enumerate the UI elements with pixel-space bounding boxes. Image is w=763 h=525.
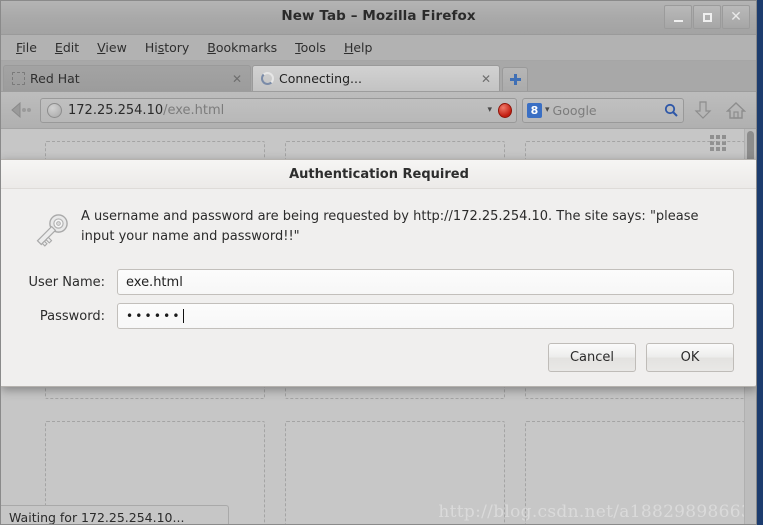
watermark-text: http://blog.csdn.net/a18829898663 — [438, 502, 752, 522]
plus-icon — [509, 74, 521, 85]
back-button[interactable] — [7, 97, 35, 123]
password-label: Password: — [39, 308, 105, 324]
status-bar: Waiting for 172.25.254.10... — [1, 505, 229, 524]
url-bar[interactable]: 172.25.254.10/exe.html ▾ — [40, 97, 517, 123]
menu-item-file[interactable]: File — [7, 38, 46, 57]
globe-icon — [47, 102, 62, 118]
menu-item-edit[interactable]: Edit — [46, 38, 88, 57]
menu-bar: File Edit View History Bookmarks Tools H… — [1, 35, 756, 61]
dialog-title: Authentication Required — [1, 160, 756, 189]
url-text: 172.25.254.10/exe.html — [68, 103, 483, 118]
password-input[interactable]: •••••• — [117, 303, 734, 329]
username-label: User Name: — [28, 274, 106, 290]
dialog-buttons: Cancel OK — [19, 343, 739, 372]
dialog-message-row: A username and password are being reques… — [19, 205, 739, 255]
search-bar[interactable]: 8 ▾ Google — [522, 97, 684, 123]
download-arrow-icon — [694, 101, 712, 119]
authentication-dialog: Authentication Required A username and p… — [1, 159, 756, 387]
password-row: Password: •••••• — [19, 303, 739, 329]
cancel-button[interactable]: Cancel — [548, 343, 636, 372]
tab-strip: Red Hat ✕ Connecting... ✕ — [1, 61, 756, 92]
menu-item-history[interactable]: History — [136, 38, 198, 57]
dialog-message: A username and password are being reques… — [81, 209, 699, 245]
maximize-icon — [702, 12, 712, 22]
tab-close-icon[interactable]: ✕ — [230, 72, 244, 86]
search-engine-chevron-icon[interactable]: ▾ — [545, 105, 550, 115]
close-button[interactable]: ✕ — [722, 5, 750, 29]
username-input[interactable]: exe.html — [117, 269, 734, 295]
menu-item-tools[interactable]: Tools — [286, 38, 335, 57]
password-masked-value: •••••• — [126, 309, 182, 323]
placeholder-favicon-icon — [12, 72, 25, 85]
home-button[interactable] — [722, 97, 750, 123]
minimize-icon — [673, 19, 683, 22]
menu-item-help[interactable]: Help — [335, 38, 382, 57]
url-host: 172.25.254.10 — [68, 102, 164, 118]
navigation-toolbar: 172.25.254.10/exe.html ▾ 8 ▾ Google — [1, 92, 756, 129]
tab-red-hat[interactable]: Red Hat ✕ — [3, 65, 251, 91]
window-titlebar: New Tab – Mozilla Firefox ✕ — [1, 1, 756, 35]
back-arrow-icon — [11, 102, 31, 118]
key-icon — [19, 205, 81, 255]
username-row: User Name: exe.html — [19, 269, 739, 295]
loading-spinner-icon — [261, 72, 274, 85]
menu-item-view[interactable]: View — [88, 38, 136, 57]
window-title: New Tab – Mozilla Firefox — [281, 8, 476, 24]
maximize-button[interactable] — [693, 5, 721, 29]
google-favicon-icon: 8 — [527, 102, 542, 118]
url-path: /exe.html — [163, 102, 225, 118]
firefox-window: New Tab – Mozilla Firefox ✕ File Edit Vi… — [0, 0, 757, 525]
chevron-down-icon[interactable]: ▾ — [487, 105, 492, 115]
dialog-body: A username and password are being reques… — [1, 189, 756, 386]
downloads-button[interactable] — [689, 97, 717, 123]
close-icon: ✕ — [730, 9, 742, 25]
tab-label: Red Hat — [30, 71, 80, 86]
tab-connecting[interactable]: Connecting... ✕ — [252, 65, 500, 91]
text-caret — [182, 309, 184, 323]
search-input[interactable]: Google — [553, 103, 663, 118]
tab-label: Connecting... — [279, 71, 362, 86]
minimize-button[interactable] — [664, 5, 692, 29]
window-controls: ✕ — [664, 5, 750, 29]
stop-loading-icon[interactable] — [498, 102, 512, 118]
menu-item-bookmarks[interactable]: Bookmarks — [198, 38, 286, 57]
ok-button[interactable]: OK — [646, 343, 734, 372]
tab-close-icon[interactable]: ✕ — [479, 72, 493, 86]
new-tab-button[interactable] — [502, 67, 528, 91]
screen: New Tab – Mozilla Firefox ✕ File Edit Vi… — [0, 0, 763, 525]
home-icon — [726, 101, 746, 119]
magnifier-icon[interactable] — [663, 103, 678, 118]
